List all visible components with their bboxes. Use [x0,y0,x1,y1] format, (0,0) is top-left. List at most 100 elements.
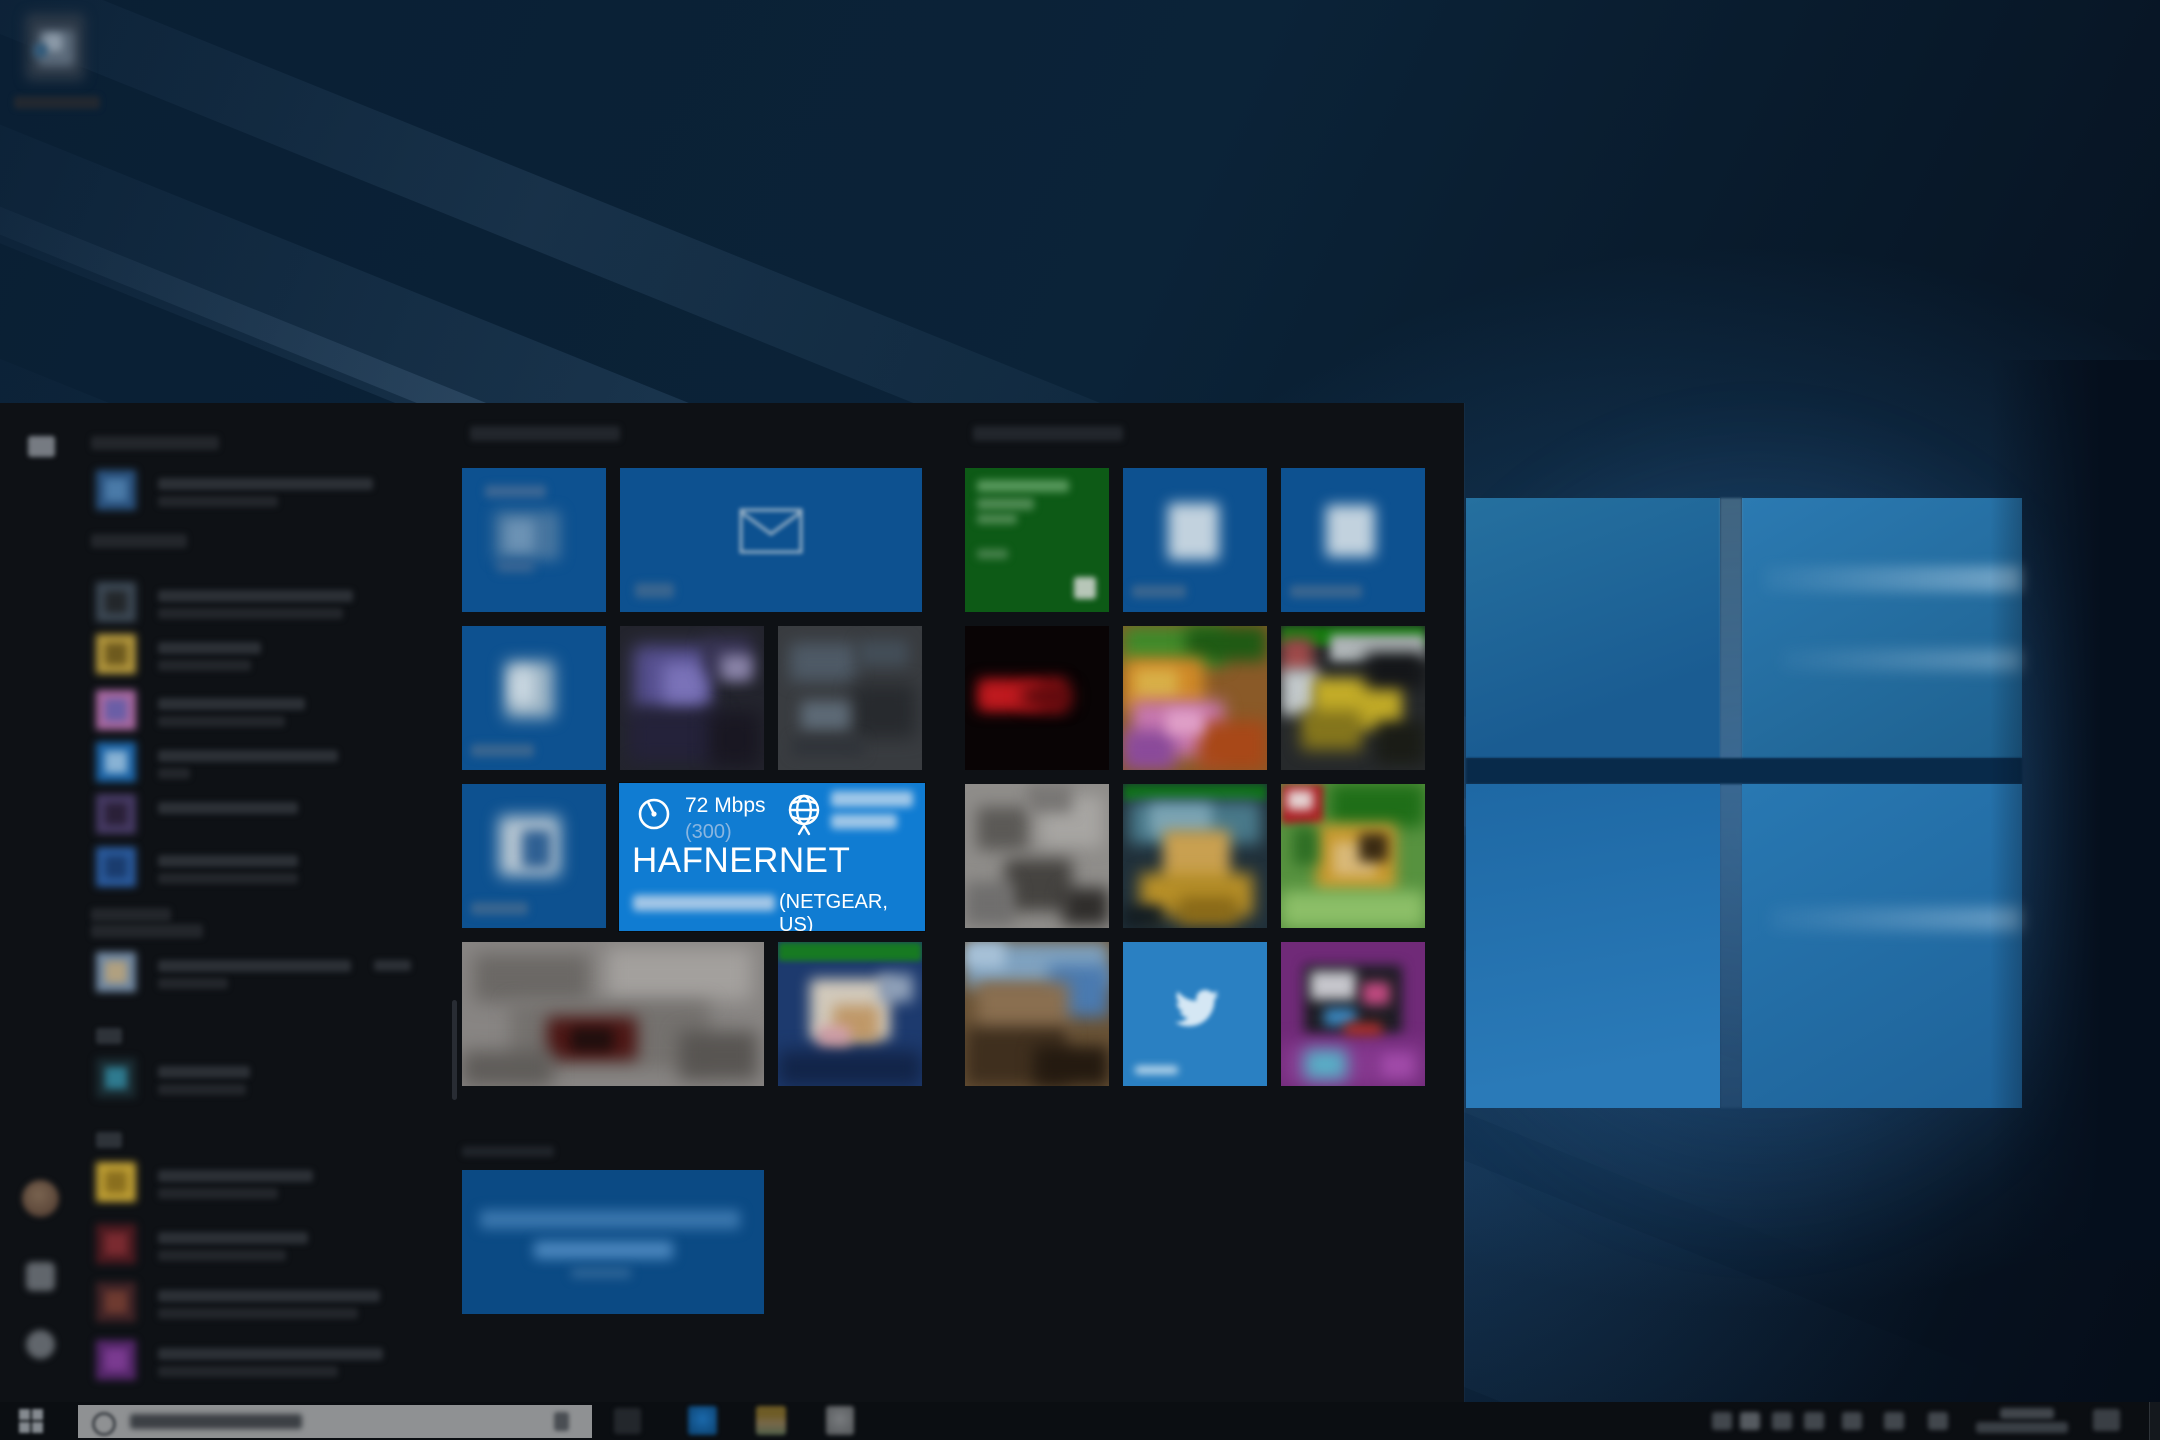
tray-icon-blurred[interactable] [1772,1412,1792,1430]
tile-photo-rocks[interactable] [462,942,764,1086]
show-desktop-button[interactable] [2149,1402,2160,1440]
tile-art-blob [1132,585,1187,598]
tray-icon-blurred[interactable] [1804,1412,1824,1430]
tray-icon-blurred[interactable] [1928,1412,1948,1430]
tile-art-blob [1376,721,1425,764]
tile-art-blob [853,684,916,739]
vendor-label: (NETGEAR, US) [779,891,925,931]
tile-photo-dogs[interactable] [778,942,922,1086]
system-tray [0,1402,2160,1440]
tile-stone-game[interactable] [965,784,1109,928]
network-name: HAFNERNET [632,841,850,881]
tile-art-blob [485,485,545,498]
tile-art-blob [1326,505,1375,557]
tile-network-speed-highlighted[interactable]: 72 Mbps (300) HAFNERNET (NETGEAR, US) [619,783,925,931]
tray-icon-blurred[interactable] [1740,1412,1760,1430]
tile-art-blob [1063,888,1109,925]
tile-art-blob [1310,971,1356,1000]
tile-art-blob [1074,577,1096,599]
tile-art-blob [801,701,850,730]
tile-art-blob [471,902,529,915]
tile-art-blob [534,1241,673,1260]
speedometer-icon [635,795,673,833]
tile-art-blob [1293,827,1319,864]
tile-art-blob [1168,503,1220,561]
tile-art-blob [1028,784,1071,813]
tile-twitter[interactable] [1123,942,1267,1086]
tile-art-blob [818,1026,850,1049]
tile-art-blob [1301,710,1361,750]
tile-art-blob [792,738,864,755]
action-center-icon[interactable] [2093,1409,2120,1431]
tile-art-blob [522,830,551,867]
tray-chevron-icon[interactable] [1712,1412,1732,1430]
tile-gray-chart[interactable] [778,626,922,770]
tile-art-blob [1034,1046,1109,1086]
tile-netflix[interactable] [965,626,1109,770]
tile-art-blob [629,710,721,762]
tile-art-blob [607,948,752,1000]
tile-art-blob [480,1210,740,1229]
tray-icon-blurred[interactable] [1884,1412,1904,1430]
tile-art-blob [721,655,753,681]
tile-art-blob [879,974,914,1003]
tile-photos[interactable] [620,626,764,770]
tile-art-blob [790,643,856,680]
tile-tank-game[interactable] [965,942,1109,1086]
tile-art-blob [977,549,1009,559]
tile-art-blob [679,1031,758,1080]
tile-art-blob [1362,982,1391,1005]
tile-art-blob [635,583,674,597]
tile-art-blob [977,498,1035,510]
tile-movies-tv[interactable] [1281,468,1425,612]
upload-info-blurred [831,791,913,807]
tile-store-update[interactable] [462,1170,764,1314]
tray-icon-blurred[interactable] [1842,1412,1862,1430]
tile-luck-game[interactable] [1281,784,1425,928]
download-speed: 72 Mbps [685,794,766,818]
tile-racing-game[interactable] [1281,626,1425,770]
tile-art-blob [1359,833,1388,862]
tile-art-blob [1365,652,1425,689]
tile-art-blob [1281,891,1425,928]
tile-candy-game[interactable] [1123,626,1267,770]
tile-calendar[interactable] [462,468,606,612]
tile-onenote[interactable] [462,784,606,928]
tile-mail[interactable] [620,468,922,612]
tile-art-blob [965,942,1005,968]
clock-time-blurred[interactable] [2000,1408,2054,1419]
desktop-screen: 72 Mbps (300) HAFNERNET (NETGEAR, US) [0,0,2160,1440]
tile-art-blob [977,807,1029,850]
tile-art-blob [511,669,534,704]
network-globe-icon [782,792,826,840]
tile-art-blob [965,882,1014,925]
tile-photo-app[interactable] [1281,942,1425,1086]
tile-groove[interactable] [1123,468,1267,612]
tile-art-blob [1166,710,1203,736]
tile-art-blob [977,480,1069,493]
tile-art-blob [778,942,922,961]
tile-xbox[interactable] [965,468,1109,612]
tile-art-blob [571,1028,613,1051]
tile-art-blob [1023,686,1072,706]
tile-art-blob [1287,790,1313,810]
tile-art-blob [1135,669,1178,698]
tile-phone[interactable] [462,626,606,770]
tile-art-blob [571,1268,631,1278]
upload-info-blurred [831,814,897,829]
tile-art-blob [471,744,534,757]
tile-art-blob [1123,905,1163,928]
clock-date-blurred[interactable] [1976,1422,2068,1433]
envelope-icon [739,508,803,554]
tile-art-blob [859,640,908,666]
twitter-bird-icon [1171,981,1219,1029]
tile-art-blob [505,520,534,552]
mac-address-blurred [633,895,775,911]
tile-art-blob [462,1051,553,1086]
tile-art-blob [709,712,761,767]
tile-art-blob [663,663,706,706]
tile-art-blob [497,560,534,572]
tile-sandcastle-game[interactable] [1123,784,1267,928]
tile-art-blob [1382,1054,1414,1077]
tile-art-blob [1186,626,1267,661]
